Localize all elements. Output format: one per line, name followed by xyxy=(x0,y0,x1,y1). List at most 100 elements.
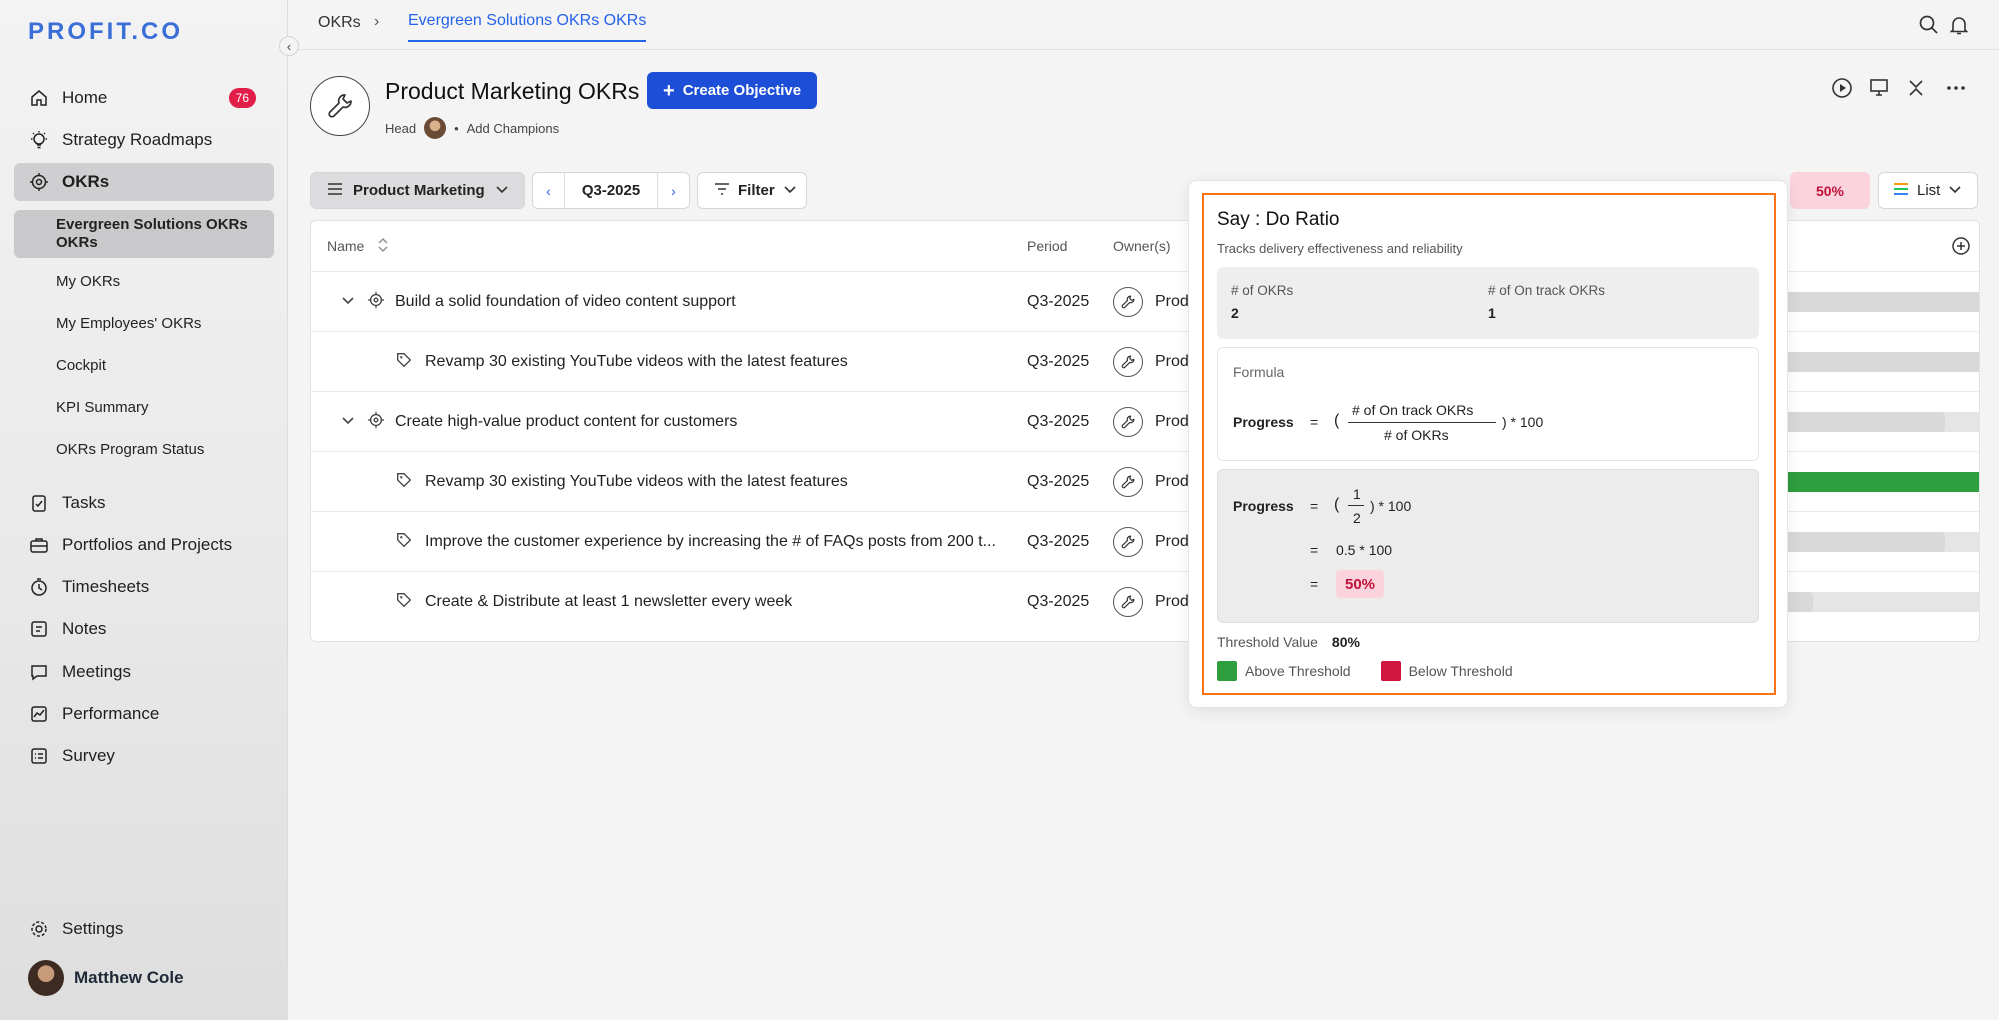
bulb-icon xyxy=(28,129,50,151)
avatar xyxy=(28,960,64,996)
sidebar-subitem-label: Evergreen Solutions OKRs OKRs xyxy=(56,216,248,251)
row-owner-cell[interactable]: Prod xyxy=(1113,512,1189,572)
owner-wrench-icon xyxy=(1113,407,1143,437)
calc-equals: = xyxy=(1310,498,1319,514)
sidebar-subitem-okrs-program-status[interactable]: OKRs Program Status xyxy=(14,438,274,460)
chevron-down-icon xyxy=(1948,182,1962,199)
row-name[interactable]: Revamp 30 existing YouTube videos with t… xyxy=(425,353,848,371)
threshold-legend: Above Threshold Below Threshold xyxy=(1217,661,1513,681)
sidebar-item-home[interactable]: Home 76 xyxy=(14,79,274,117)
view-dropdown[interactable]: List xyxy=(1878,172,1978,209)
progress-track xyxy=(1781,292,1979,312)
row-name[interactable]: Create & Distribute at least 1 newslette… xyxy=(425,593,792,611)
sidebar-item-okrs[interactable]: OKRs xyxy=(14,163,274,201)
threshold-line: Threshold Value 80% xyxy=(1217,634,1360,650)
sidebar-item-tasks[interactable]: Tasks xyxy=(14,484,274,522)
sidebar-item-performance[interactable]: Performance xyxy=(14,695,274,733)
okr-count-value: 2 xyxy=(1231,305,1239,321)
filter-button[interactable]: Filter xyxy=(697,172,807,209)
head-label: Head xyxy=(385,120,417,136)
row-owner-cell[interactable]: Prod xyxy=(1113,272,1189,332)
row-name[interactable]: Revamp 30 existing YouTube videos with t… xyxy=(425,473,848,491)
sidebar-item-strategy-roadmaps[interactable]: Strategy Roadmaps xyxy=(14,121,274,159)
sidebar-item-survey[interactable]: Survey xyxy=(14,737,274,775)
bell-icon[interactable] xyxy=(1948,14,1970,36)
expand-chevron-icon[interactable] xyxy=(341,413,355,431)
team-dropdown[interactable]: Product Marketing xyxy=(310,172,525,209)
add-column-icon[interactable] xyxy=(1951,236,1971,261)
progress-track xyxy=(1781,412,1979,432)
gear-icon xyxy=(28,918,50,940)
say-do-ratio-badge[interactable]: 50% xyxy=(1790,172,1870,209)
sidebar-subitem-my-employees-okrs[interactable]: My Employees' OKRs xyxy=(14,312,274,334)
page-title: Product Marketing OKRs xyxy=(385,78,640,104)
formula-numerator: # of On track OKRs xyxy=(1352,402,1474,418)
row-name[interactable]: Create high-value product content for cu… xyxy=(395,413,737,431)
formula-times-100: ) * 100 xyxy=(1502,414,1544,430)
popover-subtitle: Tracks delivery effectiveness and reliab… xyxy=(1217,241,1463,256)
row-name-cell[interactable]: Create & Distribute at least 1 newslette… xyxy=(395,572,792,632)
period-label[interactable]: Q3-2025 xyxy=(582,182,640,199)
breadcrumb-okrs[interactable]: OKRs xyxy=(318,14,361,32)
okr-count-label: # of OKRs xyxy=(1231,283,1294,298)
key-result-tag-icon xyxy=(395,471,413,494)
row-owner-cell[interactable]: Prod xyxy=(1113,572,1189,632)
profitco-logo[interactable]: PROFIT.CO xyxy=(28,18,183,46)
sort-icon[interactable] xyxy=(378,237,388,255)
row-period: Q3-2025 xyxy=(1027,353,1090,370)
more-icon[interactable] xyxy=(1944,76,1968,100)
previous-period-button[interactable]: ‹ xyxy=(533,173,565,208)
threshold-label: Threshold Value xyxy=(1217,634,1318,650)
row-name-cell[interactable]: Create high-value product content for cu… xyxy=(341,392,737,452)
collapse-icon[interactable] xyxy=(1904,76,1928,100)
row-name[interactable]: Improve the customer experience by incre… xyxy=(425,533,996,551)
sidebar-item-timesheets[interactable]: Timesheets xyxy=(14,568,274,606)
sidebar-subitem-cockpit[interactable]: Cockpit xyxy=(14,354,274,376)
calc-fraction-line xyxy=(1348,505,1364,506)
above-threshold-label: Above Threshold xyxy=(1245,663,1351,679)
progress-fill xyxy=(1781,352,1979,372)
formula-equals: = xyxy=(1310,414,1319,430)
row-owner-cell[interactable]: Prod xyxy=(1113,332,1189,392)
row-name-cell[interactable]: Build a solid foundation of video conten… xyxy=(341,272,736,332)
sidebar-subitem-evergreen-okrs[interactable]: Evergreen Solutions OKRs OKRs xyxy=(14,210,274,258)
sidebar-subitem-kpi-summary[interactable]: KPI Summary xyxy=(14,396,274,418)
calc-equals-3: = xyxy=(1310,576,1319,592)
sidebar-item-notes[interactable]: Notes xyxy=(14,610,274,648)
calc-equals-2: = xyxy=(1310,542,1319,558)
sidebar-subitem-my-okrs[interactable]: My OKRs xyxy=(14,270,274,292)
user-profile[interactable]: Matthew Cole xyxy=(28,960,184,996)
above-threshold-swatch xyxy=(1217,661,1237,681)
key-result-tag-icon xyxy=(395,531,413,554)
row-name-cell[interactable]: Revamp 30 existing YouTube videos with t… xyxy=(395,452,848,512)
progress-track xyxy=(1781,472,1979,492)
play-icon[interactable] xyxy=(1830,76,1854,100)
say-do-ratio-popover: Say : Do Ratio Tracks delivery effective… xyxy=(1188,180,1788,708)
settings-label: Settings xyxy=(62,919,124,938)
row-name-cell[interactable]: Improve the customer experience by incre… xyxy=(395,512,996,572)
search-icon[interactable] xyxy=(1918,14,1940,36)
sidebar-item-settings[interactable]: Settings xyxy=(14,910,274,948)
sidebar-item-portfolios[interactable]: Portfolios and Projects xyxy=(14,526,274,564)
target-icon xyxy=(28,171,50,193)
row-name[interactable]: Build a solid foundation of video conten… xyxy=(395,293,736,311)
sidebar-item-label: Strategy Roadmaps xyxy=(62,130,213,149)
row-owner-cell[interactable]: Prod xyxy=(1113,392,1189,452)
head-avatar[interactable] xyxy=(424,117,447,139)
add-champions-link[interactable]: Add Champions xyxy=(467,121,560,136)
sidebar-item-label: Survey xyxy=(62,746,115,765)
row-name-cell[interactable]: Revamp 30 existing YouTube videos with t… xyxy=(395,332,848,392)
breadcrumb-separator: › xyxy=(374,13,380,30)
next-period-button[interactable]: › xyxy=(657,173,689,208)
create-objective-button[interactable]: + Create Objective xyxy=(647,72,818,109)
progress-track xyxy=(1781,592,1979,612)
present-icon[interactable] xyxy=(1867,76,1891,100)
collapse-sidebar-button[interactable]: ‹ xyxy=(279,36,299,56)
column-header-name[interactable]: Name xyxy=(327,221,388,271)
expand-chevron-icon[interactable] xyxy=(341,293,355,311)
row-owner-cell[interactable]: Prod xyxy=(1113,452,1189,512)
tab-evergreen-okrs[interactable]: Evergreen Solutions OKRs OKRs xyxy=(408,12,647,42)
sidebar-item-meetings[interactable]: Meetings xyxy=(14,653,274,691)
fraction-line xyxy=(1348,422,1496,423)
stopwatch-icon xyxy=(28,576,50,598)
